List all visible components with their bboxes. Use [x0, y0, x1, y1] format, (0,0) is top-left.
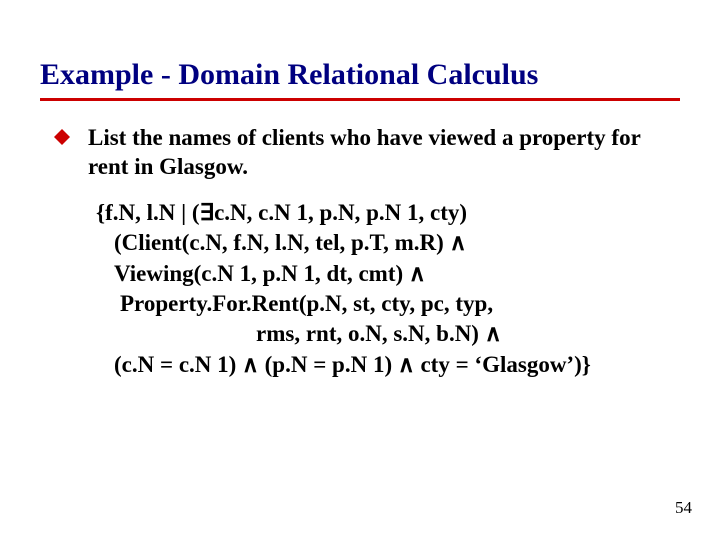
formula-line-1: {f.N, l.N | (∃c.N, c.N 1, p.N, p.N 1, ct… [96, 198, 680, 228]
formula-line-5: rms, rnt, o.N, s.N, b.N) ∧ [96, 319, 680, 349]
slide: Example - Domain Relational Calculus Lis… [0, 0, 720, 540]
title-underline [40, 98, 680, 101]
slide-title: Example - Domain Relational Calculus [40, 58, 680, 92]
formula-line-3: Viewing(c.N 1, p.N 1, dt, cmt) ∧ [96, 259, 680, 289]
formula-line-2: (Client(c.N, f.N, l.N, tel, p.T, m.R) ∧ [96, 228, 680, 258]
page-number: 54 [675, 498, 692, 518]
bullet-text: List the names of clients who have viewe… [88, 123, 680, 182]
formula-line-4: Property.For.Rent(p.N, st, cty, pc, typ, [96, 289, 680, 319]
diamond-bullet-icon [54, 129, 70, 150]
slide-body: List the names of clients who have viewe… [40, 123, 680, 380]
formula-line-6: (c.N = c.N 1) ∧ (p.N = p.N 1) ∧ cty = ‘G… [96, 350, 680, 380]
bullet-item: List the names of clients who have viewe… [54, 123, 680, 182]
formula-block: {f.N, l.N | (∃c.N, c.N 1, p.N, p.N 1, ct… [54, 198, 680, 380]
